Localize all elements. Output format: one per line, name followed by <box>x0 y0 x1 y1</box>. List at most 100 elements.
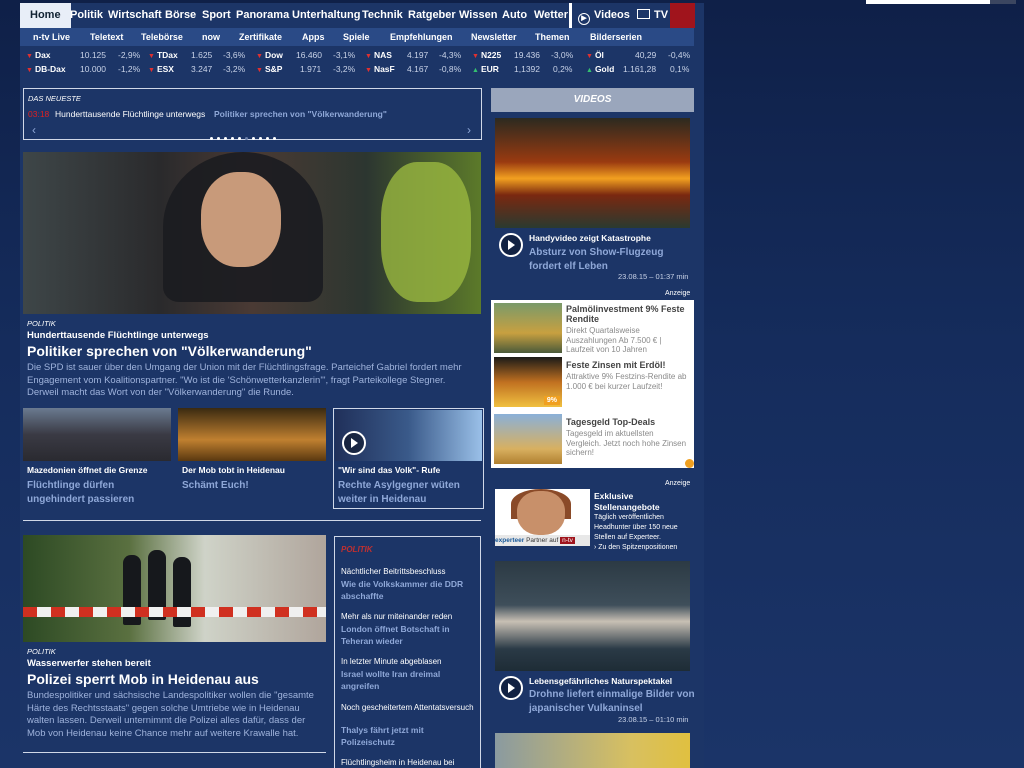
hero-kicker[interactable]: POLITIK <box>27 319 56 328</box>
list-item-sub[interactable]: Mehr als nur miteinander reden <box>341 612 452 621</box>
tile-headline[interactable]: Schämt Euch! <box>182 479 322 493</box>
nav-videos[interactable]: ▶ Videos <box>578 3 630 28</box>
ticker-name[interactable]: ▼ N225 <box>472 49 501 62</box>
hero-headline[interactable]: Politiker sprechen von "Völkerwanderung" <box>27 343 312 359</box>
carousel-dot[interactable] <box>217 137 220 140</box>
videos-header[interactable]: VIDEOS <box>491 88 694 112</box>
nav-panorama[interactable]: Panorama <box>236 3 289 28</box>
ticker-name[interactable]: ▼ TDax <box>148 49 178 62</box>
subnav-teletext[interactable]: Teletext <box>90 28 123 46</box>
tile-image[interactable] <box>23 408 171 461</box>
ticker-name[interactable]: ▼ ESX <box>148 63 174 76</box>
tile-headline[interactable]: Flüchtlinge dürfen ungehindert passieren <box>27 479 167 506</box>
job-ad-title[interactable]: Exklusive Stellenangebote <box>594 491 694 512</box>
subnav-bilderserien[interactable]: Bilderserien <box>590 28 642 46</box>
video-thumbnail[interactable] <box>495 561 690 671</box>
nav-wissen[interactable]: Wissen <box>459 3 497 28</box>
list-item-headline[interactable]: Israel wollte Iran dreimal angreifen <box>341 668 476 692</box>
carousel-dots[interactable] <box>210 127 280 145</box>
ad-image[interactable] <box>494 414 562 464</box>
video-sub[interactable]: Lebensgefährliches Naturspektakel <box>529 676 672 686</box>
subnav-teleboerse[interactable]: Telebörse <box>141 28 183 46</box>
ad-body[interactable]: Tagesgeld im aktuellsten Vergleich. Jetz… <box>566 429 690 458</box>
video-thumbnail[interactable] <box>495 118 690 228</box>
list-label[interactable]: POLITIK <box>341 545 373 554</box>
newest-teaser-headline[interactable]: Politiker sprechen von "Völkerwanderung" <box>214 109 387 119</box>
ticker-name[interactable]: ▼ Öl <box>586 49 604 62</box>
list-item-sub[interactable]: Flüchtlingsheim in Heidenau bei <box>341 758 454 767</box>
nav-ratgeber[interactable]: Ratgeber <box>408 3 456 28</box>
subnav-themen[interactable]: Themen <box>535 28 570 46</box>
job-ad-link[interactable]: › Zu den Spitzenpositionen <box>594 544 677 551</box>
search-button-edge[interactable] <box>990 0 1016 4</box>
list-item-sub[interactable]: In letzter Minute abgeblasen <box>341 657 442 666</box>
carousel-dot[interactable] <box>266 137 269 140</box>
nav-tv[interactable]: TV <box>637 3 668 28</box>
subnav-now[interactable]: now <box>202 28 220 46</box>
list-item-sub[interactable]: Nächtlicher Beitrittsbeschluss <box>341 567 445 576</box>
lead2-body[interactable]: Bundespolitiker und sächsische Landespol… <box>27 690 317 740</box>
tile-image[interactable] <box>178 408 326 461</box>
tile-sub[interactable]: Mazedonien öffnet die Grenze <box>27 465 147 475</box>
tile-sub[interactable]: Der Mob tobt in Heidenau <box>182 465 285 475</box>
video-sub[interactable]: Handyvideo zeigt Katastrophe <box>529 233 651 243</box>
ticker-name[interactable]: ▼ NAS <box>365 49 392 62</box>
hero-image[interactable] <box>23 152 481 314</box>
list-item-headline[interactable]: Thalys fährt jetzt mit Polizeischutz <box>341 724 476 748</box>
ntv-logo-block[interactable] <box>670 3 695 28</box>
tile-headline[interactable]: Rechte Asylgegner wüten weiter in Heiden… <box>338 479 478 506</box>
ad-info-icon[interactable] <box>685 459 694 468</box>
ticker-name[interactable]: ▼ NasF <box>365 63 395 76</box>
ad-body[interactable]: Attraktive 9% Festzins-Rendite ab 1.000 … <box>566 372 690 391</box>
video-headline[interactable]: Drohne liefert einmalige Bilder von japa… <box>529 688 699 715</box>
nav-wirtschaft[interactable]: Wirtschaft <box>108 3 162 28</box>
carousel-dot[interactable] <box>259 137 262 140</box>
video-headline[interactable]: Absturz von Show-Flugzeug fordert elf Le… <box>529 246 689 273</box>
carousel-dot[interactable] <box>238 137 241 140</box>
ticker-name[interactable]: ▼ Dax <box>26 49 51 62</box>
subnav-empfehlungen[interactable]: Empfehlungen <box>390 28 453 46</box>
subnav-zertifikate[interactable]: Zertifikate <box>239 28 282 46</box>
ticker-name[interactable]: ▼ Dow <box>256 49 283 62</box>
nav-politik[interactable]: Politik <box>70 3 103 28</box>
lead2-kicker[interactable]: POLITIK <box>27 647 56 656</box>
video-thumbnail[interactable] <box>495 733 690 768</box>
subnav-newsletter[interactable]: Newsletter <box>471 28 517 46</box>
nav-wetter[interactable]: Wetter <box>534 3 568 28</box>
play-icon[interactable] <box>499 233 523 257</box>
ad-image[interactable]: 9% <box>494 357 562 407</box>
newest-teaser-sub[interactable]: Hunderttausende Flüchtlinge unterwegs <box>55 109 205 119</box>
list-item-headline[interactable]: London öffnet Botschaft in Teheran wiede… <box>341 623 476 647</box>
lead2-sub[interactable]: Wasserwerfer stehen bereit <box>27 658 151 669</box>
subnav-spiele[interactable]: Spiele <box>343 28 370 46</box>
nav-boerse[interactable]: Börse <box>165 3 196 28</box>
hero-body[interactable]: Die SPD ist sauer über den Umgang der Un… <box>27 362 477 400</box>
carousel-dot[interactable] <box>231 137 234 140</box>
ticker-name[interactable]: ▲ Gold <box>586 63 614 76</box>
nav-auto[interactable]: Auto <box>502 3 527 28</box>
ad-title[interactable]: Palmölinvestment 9% Feste Rendite <box>566 304 690 324</box>
carousel-dot[interactable] <box>210 137 213 140</box>
nav-home[interactable]: Home <box>20 3 71 28</box>
nav-technik[interactable]: Technik <box>362 3 403 28</box>
lead2-headline[interactable]: Polizei sperrt Mob in Heidenau aus <box>27 671 259 687</box>
ad-body[interactable]: Direkt Quartalsweise Auszahlungen Ab 7.5… <box>566 326 690 355</box>
ticker-name[interactable]: ▲ EUR <box>472 63 499 76</box>
ad-title[interactable]: Feste Zinsen mit Erdöl! <box>566 360 666 370</box>
ticker-name[interactable]: ▼ DB-Dax <box>26 63 66 76</box>
search-field-edge[interactable] <box>866 0 990 4</box>
play-icon[interactable] <box>342 431 366 455</box>
ticker-name[interactable]: ▼ S&P <box>256 63 282 76</box>
lead2-image[interactable] <box>23 535 326 642</box>
carousel-dot[interactable] <box>273 137 276 140</box>
nav-unterhaltung[interactable]: Unterhaltung <box>292 3 360 28</box>
list-item-sub[interactable]: Noch gescheitertem Attentatsversuch <box>341 702 476 713</box>
ad-title[interactable]: Tagesgeld Top-Deals <box>566 417 655 427</box>
job-ad-body[interactable]: Täglich veröffentlichen Headhunter über … <box>594 513 694 553</box>
carousel-dot[interactable] <box>224 137 227 140</box>
job-ad-image[interactable]: experteer Partner auf n-tv <box>495 489 590 546</box>
carousel-dot[interactable] <box>252 137 255 140</box>
list-item-headline[interactable]: Wie die Volkskammer die DDR abschaffte <box>341 578 476 602</box>
subnav-apps[interactable]: Apps <box>302 28 325 46</box>
subnav-ntv-live[interactable]: n-tv Live <box>33 28 70 46</box>
